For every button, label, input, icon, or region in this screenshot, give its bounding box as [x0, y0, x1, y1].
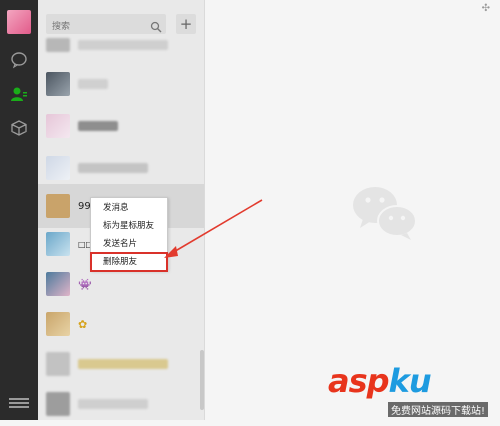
- list-item[interactable]: ✿: [38, 302, 204, 346]
- contact-avatar: [46, 72, 70, 96]
- contact-avatar: [46, 194, 70, 218]
- watermark-brand: aspku: [328, 362, 432, 400]
- flower-icon: ✿: [78, 317, 88, 331]
- contact-avatar: [46, 272, 70, 296]
- list-item[interactable]: [38, 62, 204, 106]
- contact-avatar: [46, 232, 70, 256]
- contact-name: 99: [78, 200, 91, 212]
- contact-avatar: [46, 312, 70, 336]
- context-menu: 发消息 标为星标朋友 发送名片 删除朋友: [90, 197, 168, 272]
- menu-item-send-message[interactable]: 发消息: [91, 199, 167, 217]
- menu-item-delete-friend[interactable]: 删除朋友: [90, 252, 168, 272]
- blurred-name: [78, 359, 168, 369]
- blurred-name: [78, 163, 148, 173]
- list-item[interactable]: [38, 30, 204, 60]
- wechat-logo-icon: [351, 183, 421, 247]
- blurred-name: [78, 79, 108, 89]
- contact-avatar: [46, 352, 70, 376]
- left-rail: [0, 0, 38, 420]
- blurred-name: [78, 399, 148, 409]
- pin-icon[interactable]: ✣: [482, 3, 490, 14]
- menu-item-send-card[interactable]: 发送名片: [91, 235, 167, 253]
- list-item[interactable]: [38, 342, 204, 386]
- contact-avatar: [46, 392, 70, 416]
- menu-icon[interactable]: [9, 396, 29, 410]
- emoji-icon: 👾: [78, 277, 92, 291]
- watermark-brand-red: asp: [328, 362, 390, 400]
- contacts-icon[interactable]: [9, 84, 29, 104]
- chat-icon[interactable]: [9, 50, 29, 70]
- contact-avatar: [46, 114, 70, 138]
- watermark-brand-blue: ku: [388, 362, 432, 400]
- blurred-name: [78, 40, 168, 50]
- list-item[interactable]: [38, 104, 204, 148]
- menu-item-star-friend[interactable]: 标为星标朋友: [91, 217, 167, 235]
- favorites-cube-icon[interactable]: [9, 118, 29, 138]
- watermark-logo: aspku 免费网站源码下载站!: [328, 362, 498, 418]
- search-icon[interactable]: [150, 18, 162, 33]
- watermark-subtitle: 免费网站源码下载站!: [388, 402, 489, 417]
- contact-avatar: [46, 38, 70, 52]
- main-panel: ✣: [205, 0, 500, 420]
- blurred-name: [78, 121, 118, 131]
- user-avatar[interactable]: [7, 10, 31, 34]
- list-item[interactable]: [38, 382, 204, 426]
- contact-avatar: [46, 156, 70, 180]
